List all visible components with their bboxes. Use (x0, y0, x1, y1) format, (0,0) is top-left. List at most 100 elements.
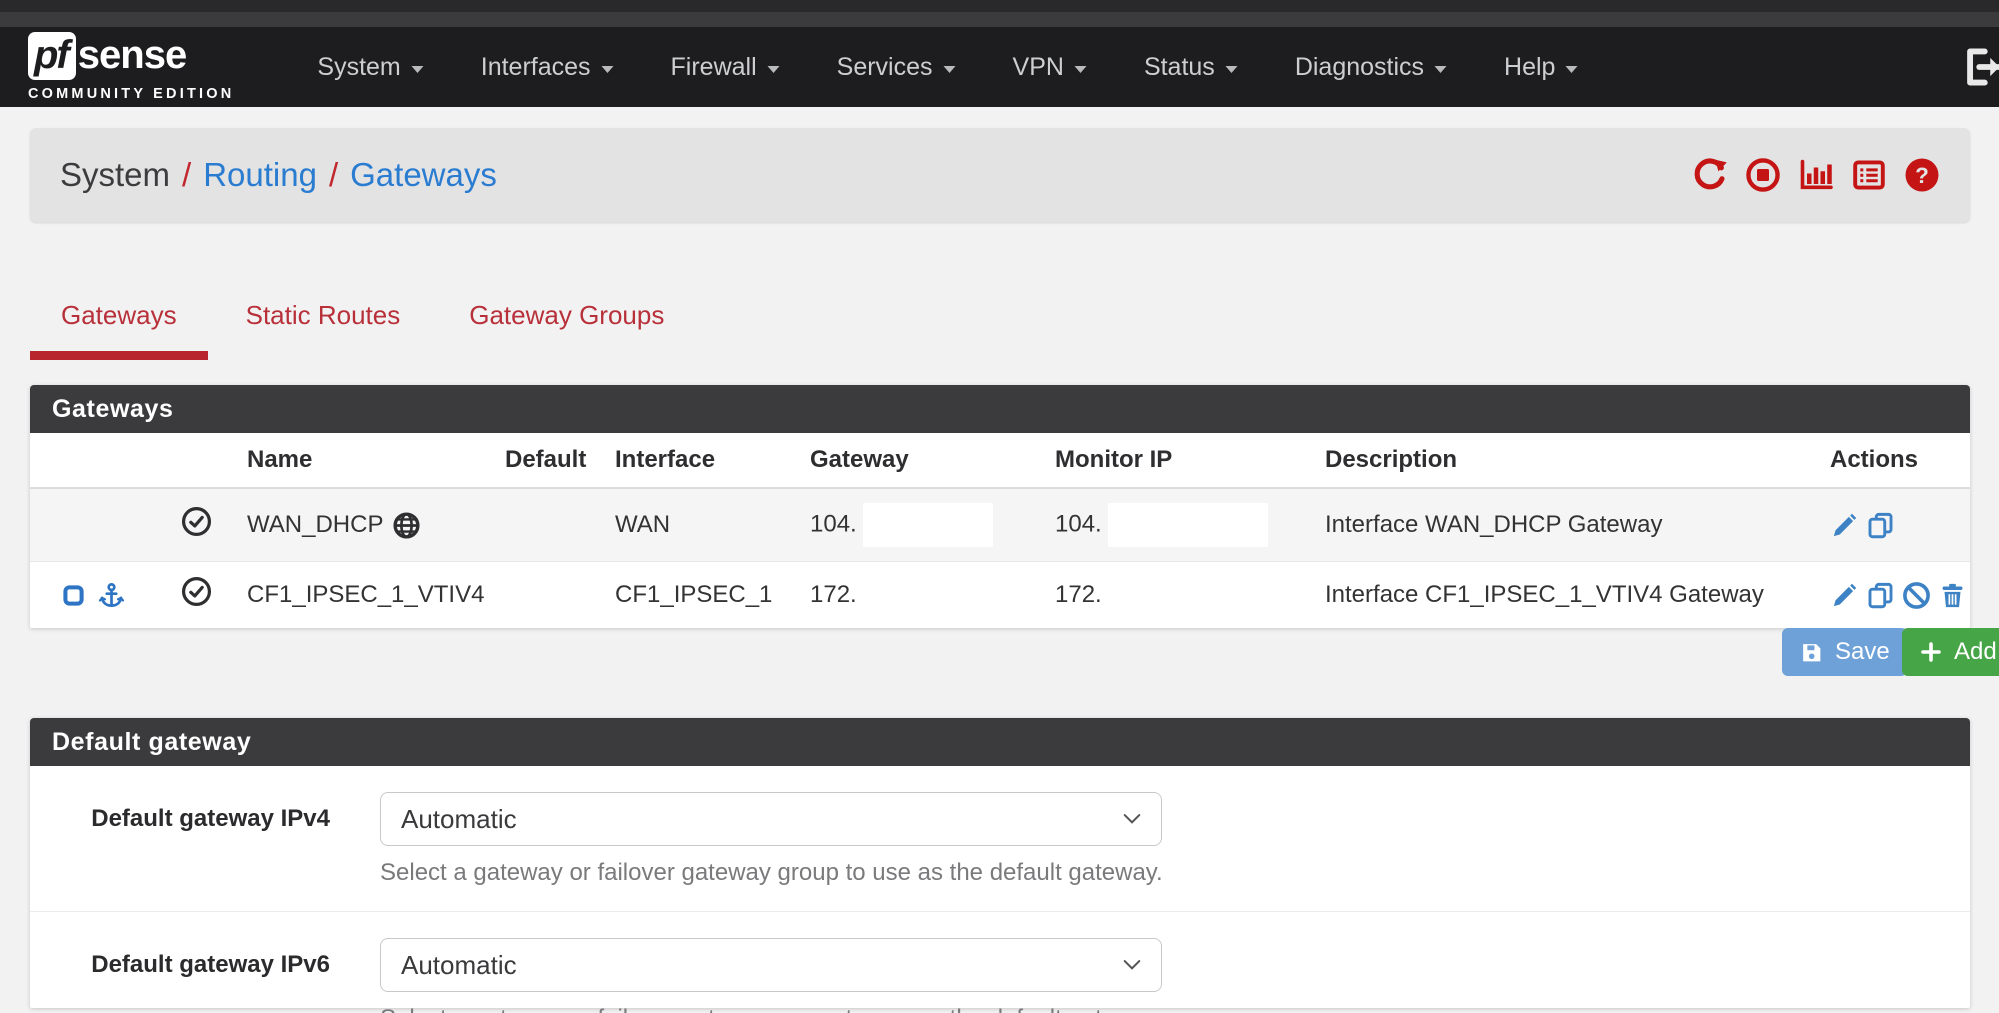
breadcrumb-separator: / (329, 156, 338, 194)
pfsense-logo[interactable]: pf sense COMMUNITY EDITION (28, 32, 234, 102)
menu-diagnostics-label: Diagnostics (1295, 53, 1424, 82)
tab-gateways[interactable]: Gateways (30, 286, 208, 360)
plus-icon (1919, 640, 1943, 664)
row-left-icons (30, 488, 145, 562)
svg-text:?: ? (1915, 163, 1929, 188)
gateways-panel: Gateways Name Default Interface Gateway … (30, 385, 1970, 628)
monitor-ip-cell: 104. (1045, 488, 1315, 562)
menu-services[interactable]: Services (809, 27, 985, 107)
save-button-label: Save (1835, 638, 1890, 666)
default-gateway-ipv6-select[interactable]: Automatic (380, 938, 1162, 992)
anchor-icon[interactable] (98, 582, 125, 609)
gateways-table: Name Default Interface Gateway Monitor I… (30, 433, 1970, 628)
disable-icon[interactable] (1902, 581, 1931, 610)
header-action-icons: ? (1692, 157, 1940, 193)
edit-icon[interactable] (1830, 511, 1859, 540)
default-gateway-ipv4-select[interactable]: Automatic (380, 792, 1162, 846)
menu-services-label: Services (837, 53, 933, 82)
col-actions: Actions (1820, 433, 1970, 488)
row-status-cell (145, 488, 215, 562)
check-circle-icon (181, 576, 212, 607)
col-row-icons (30, 433, 145, 488)
add-button[interactable]: Add (1902, 628, 1999, 676)
caret-down-icon (1073, 64, 1088, 74)
gateway-name-cell: CF1_IPSEC_1_VTIV4 (215, 562, 495, 629)
top-navbar: pf sense COMMUNITY EDITION System Interf… (0, 27, 1999, 107)
add-button-label: Add (1954, 638, 1997, 666)
default-gateway-ipv6-help: Select a gateway or failover gateway gro… (380, 1005, 1163, 1013)
menu-status-label: Status (1144, 53, 1215, 82)
gateway-ip-cell: 104. (800, 488, 1045, 562)
caret-down-icon (1433, 64, 1448, 74)
menu-interfaces-label: Interfaces (481, 53, 591, 82)
menu-help-label: Help (1504, 53, 1555, 82)
chevron-down-icon (1123, 959, 1141, 971)
edit-icon[interactable] (1830, 581, 1859, 610)
stop-circle-icon[interactable] (1745, 157, 1781, 193)
bar-chart-icon[interactable] (1798, 157, 1834, 193)
row-status-cell (145, 562, 215, 629)
description-cell: Interface CF1_IPSEC_1_VTIV4 Gateway (1315, 562, 1820, 629)
breadcrumb-link-routing[interactable]: Routing (203, 156, 317, 194)
table-row: WAN_DHCP WAN 104. 104. Interface WAN_DHC… (30, 488, 1970, 562)
gateway-name-cell: WAN_DHCP (215, 488, 495, 562)
breadcrumb: System / Routing / Gateways (60, 156, 497, 194)
default-gateway-ipv6-label: Default gateway IPv6 (30, 938, 330, 1013)
monitor-ip-cell: 172. (1045, 562, 1315, 629)
description-cell: Interface WAN_DHCP Gateway (1315, 488, 1820, 562)
default-gateway-ipv6-value: Automatic (401, 950, 517, 981)
copy-icon[interactable] (1866, 581, 1895, 610)
monitor-ip: 104. (1055, 510, 1102, 537)
breadcrumb-separator: / (182, 156, 191, 194)
default-gateway-ipv4-label: Default gateway IPv4 (30, 792, 330, 887)
save-floppy-icon (1799, 640, 1824, 665)
routing-tabs: Gateways Static Routes Gateway Groups (30, 286, 702, 360)
tab-gateway-groups[interactable]: Gateway Groups (438, 286, 695, 360)
save-button[interactable]: Save (1782, 628, 1907, 676)
menu-help[interactable]: Help (1476, 27, 1607, 107)
col-description: Description (1315, 433, 1820, 488)
interface-cell: WAN (605, 488, 800, 562)
menu-diagnostics[interactable]: Diagnostics (1267, 27, 1476, 107)
menu-firewall-label: Firewall (671, 53, 757, 82)
square-outline-icon[interactable] (60, 582, 87, 609)
tab-static-routes[interactable]: Static Routes (215, 286, 432, 360)
menu-interfaces[interactable]: Interfaces (453, 27, 643, 107)
logo-sense: sense (78, 35, 186, 75)
caret-down-icon (766, 64, 781, 74)
form-row-ipv4: Default gateway IPv4 Automatic Select a … (30, 766, 1970, 911)
copy-icon[interactable] (1866, 511, 1895, 540)
caret-down-icon (410, 64, 425, 74)
help-circle-icon[interactable]: ? (1904, 157, 1940, 193)
col-interface: Interface (605, 433, 800, 488)
redaction-box (1108, 503, 1268, 547)
caret-down-icon (942, 64, 957, 74)
menu-vpn[interactable]: VPN (985, 27, 1116, 107)
menu-system[interactable]: System (289, 27, 452, 107)
col-status (145, 433, 215, 488)
col-gateway: Gateway (800, 433, 1045, 488)
menu-status[interactable]: Status (1116, 27, 1267, 107)
breadcrumb-link-gateways[interactable]: Gateways (350, 156, 497, 194)
col-monitor-ip: Monitor IP (1045, 433, 1315, 488)
gateway-ip-cell: 172. (800, 562, 1045, 629)
table-row: CF1_IPSEC_1_VTIV4 CF1_IPSEC_1 172. 172. … (30, 562, 1970, 629)
caret-down-icon (1564, 64, 1579, 74)
breadcrumb-root: System (60, 156, 170, 194)
gateways-panel-title: Gateways (30, 385, 1970, 433)
sign-out-icon[interactable] (1953, 45, 1999, 89)
row-left-icons (30, 562, 145, 629)
col-default: Default (495, 433, 605, 488)
refresh-icon[interactable] (1692, 157, 1728, 193)
actions-cell (1820, 488, 1970, 562)
actions-cell (1820, 562, 1970, 629)
redaction-box (863, 503, 993, 547)
menu-system-label: System (317, 53, 400, 82)
log-list-icon[interactable] (1851, 157, 1887, 193)
delete-icon[interactable] (1938, 581, 1967, 610)
page-header-bar: System / Routing / Gateways (30, 128, 1970, 222)
gateway-ip: 104. (810, 510, 857, 537)
gateway-name: WAN_DHCP (247, 511, 383, 539)
menu-firewall[interactable]: Firewall (643, 27, 809, 107)
default-cell (495, 488, 605, 562)
